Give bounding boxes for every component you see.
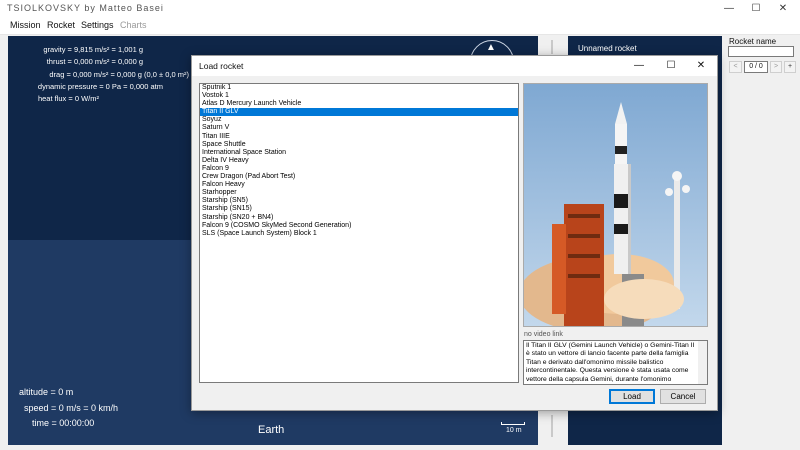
list-item[interactable]: Starship (SN15) bbox=[200, 205, 518, 213]
description-scrollbar[interactable] bbox=[698, 341, 707, 384]
list-item[interactable]: Delta IV Heavy bbox=[200, 157, 518, 165]
rocket-description-text: Il Titan II GLV (Gemini Launch Vehicle) … bbox=[526, 342, 695, 383]
cancel-button[interactable]: Cancel bbox=[660, 389, 706, 404]
dialog-title-bar: Load rocket — ☐ ✕ bbox=[192, 56, 717, 76]
maximize-icon[interactable]: ☐ bbox=[743, 1, 769, 17]
body-name-label: Earth bbox=[258, 424, 285, 436]
rocket-photo-image bbox=[524, 84, 707, 326]
menu-settings[interactable]: Settings bbox=[81, 20, 114, 30]
dialog-close-icon[interactable]: ✕ bbox=[689, 58, 713, 74]
speed-readout: speed = 0 m/s = 0 km/h bbox=[24, 403, 119, 413]
list-item[interactable]: Titan IIIE bbox=[200, 133, 518, 141]
list-item[interactable]: Titan II GLV bbox=[200, 108, 518, 117]
rocket-name-label: Rocket name bbox=[729, 37, 777, 46]
list-item[interactable]: Space Shuttle bbox=[200, 141, 518, 149]
scale-bar bbox=[501, 422, 525, 425]
thrust-readout: thrust = 0,000 m/s² = 0,000 g bbox=[46, 57, 143, 66]
rocket-header: Unnamed rocket bbox=[578, 44, 637, 53]
scale-label: 10 m bbox=[506, 427, 522, 434]
list-item[interactable]: Crew Dragon (Pad Abort Test) bbox=[200, 173, 518, 181]
list-item[interactable]: Soyuz bbox=[200, 116, 518, 124]
menu-mission[interactable]: Mission bbox=[10, 20, 41, 30]
list-item[interactable]: Saturn V bbox=[200, 124, 518, 132]
throttle-handle-top[interactable] bbox=[551, 40, 553, 54]
minimize-icon[interactable]: — bbox=[716, 1, 742, 17]
video-link[interactable]: no video link bbox=[524, 331, 563, 338]
load-rocket-dialog: Load rocket — ☐ ✕ Sputnik 1 Vostok 1 Atlas… bbox=[191, 55, 718, 411]
rocket-counter: 0 / 0 bbox=[744, 61, 768, 73]
list-item[interactable]: Falcon 9 (COSMO SkyMed Second Generation… bbox=[200, 222, 518, 230]
list-item[interactable]: SLS (Space Launch System) Block 1 bbox=[200, 230, 518, 238]
add-rocket-button[interactable]: + bbox=[784, 61, 796, 73]
list-item[interactable]: Vostok 1 bbox=[200, 92, 518, 100]
dynamic-pressure-readout: dynamic pressure = 0 Pa = 0,000 atm bbox=[37, 82, 163, 91]
list-item[interactable]: Atlas D Mercury Launch Vehicle bbox=[200, 100, 518, 108]
menu-bar: Mission Rocket Settings Charts bbox=[0, 18, 800, 35]
menu-rocket[interactable]: Rocket bbox=[47, 20, 75, 30]
list-item[interactable]: Falcon Heavy bbox=[200, 181, 518, 189]
list-item[interactable]: Starship (SN5) bbox=[200, 197, 518, 205]
rocket-name-input[interactable] bbox=[728, 46, 794, 57]
rocket-listbox[interactable]: Sputnik 1 Vostok 1 Atlas D Mercury Launch … bbox=[199, 83, 519, 383]
heat-flux-readout: heat flux = 0 W/m² bbox=[37, 94, 99, 103]
load-button[interactable]: Load bbox=[609, 389, 655, 404]
list-item[interactable]: Starship (SN20 + BN4) bbox=[200, 214, 518, 222]
title-bar: TSIOLKOVSKY by Matteo Basei — ☐ ✕ bbox=[0, 0, 800, 18]
dialog-title: Load rocket bbox=[199, 61, 244, 71]
throttle-handle-bottom[interactable] bbox=[551, 415, 553, 437]
attitude-arrow-icon: ▲ bbox=[486, 42, 496, 53]
list-item[interactable]: Starhopper bbox=[200, 189, 518, 197]
altitude-readout: altitude = 0 m bbox=[19, 387, 74, 397]
gravity-readout: gravity = 9,815 m/s² = 1,001 g bbox=[43, 45, 143, 54]
list-item[interactable]: Sputnik 1 bbox=[200, 84, 518, 92]
list-item[interactable]: International Space Station bbox=[200, 149, 518, 157]
dialog-maximize-icon[interactable]: ☐ bbox=[659, 58, 683, 74]
rocket-photo bbox=[523, 83, 708, 327]
rocket-description[interactable]: Il Titan II GLV (Gemini Launch Vehicle) … bbox=[523, 340, 708, 385]
next-rocket-button[interactable]: > bbox=[770, 61, 782, 73]
app-title: TSIOLKOVSKY by Matteo Basei bbox=[7, 3, 164, 13]
menu-charts[interactable]: Charts bbox=[120, 20, 147, 30]
drag-readout: drag = 0,000 m/s² = 0,000 g (0,0 ± 0,0 m… bbox=[49, 70, 189, 79]
time-readout: time = 00:00:00 bbox=[32, 418, 95, 428]
close-icon[interactable]: ✕ bbox=[770, 1, 796, 17]
prev-rocket-button[interactable]: < bbox=[729, 61, 742, 73]
dialog-minimize-icon[interactable]: — bbox=[627, 58, 651, 74]
list-item[interactable]: Falcon 9 bbox=[200, 165, 518, 173]
app-window: TSIOLKOVSKY by Matteo Basei — ☐ ✕ Missio… bbox=[0, 0, 800, 450]
